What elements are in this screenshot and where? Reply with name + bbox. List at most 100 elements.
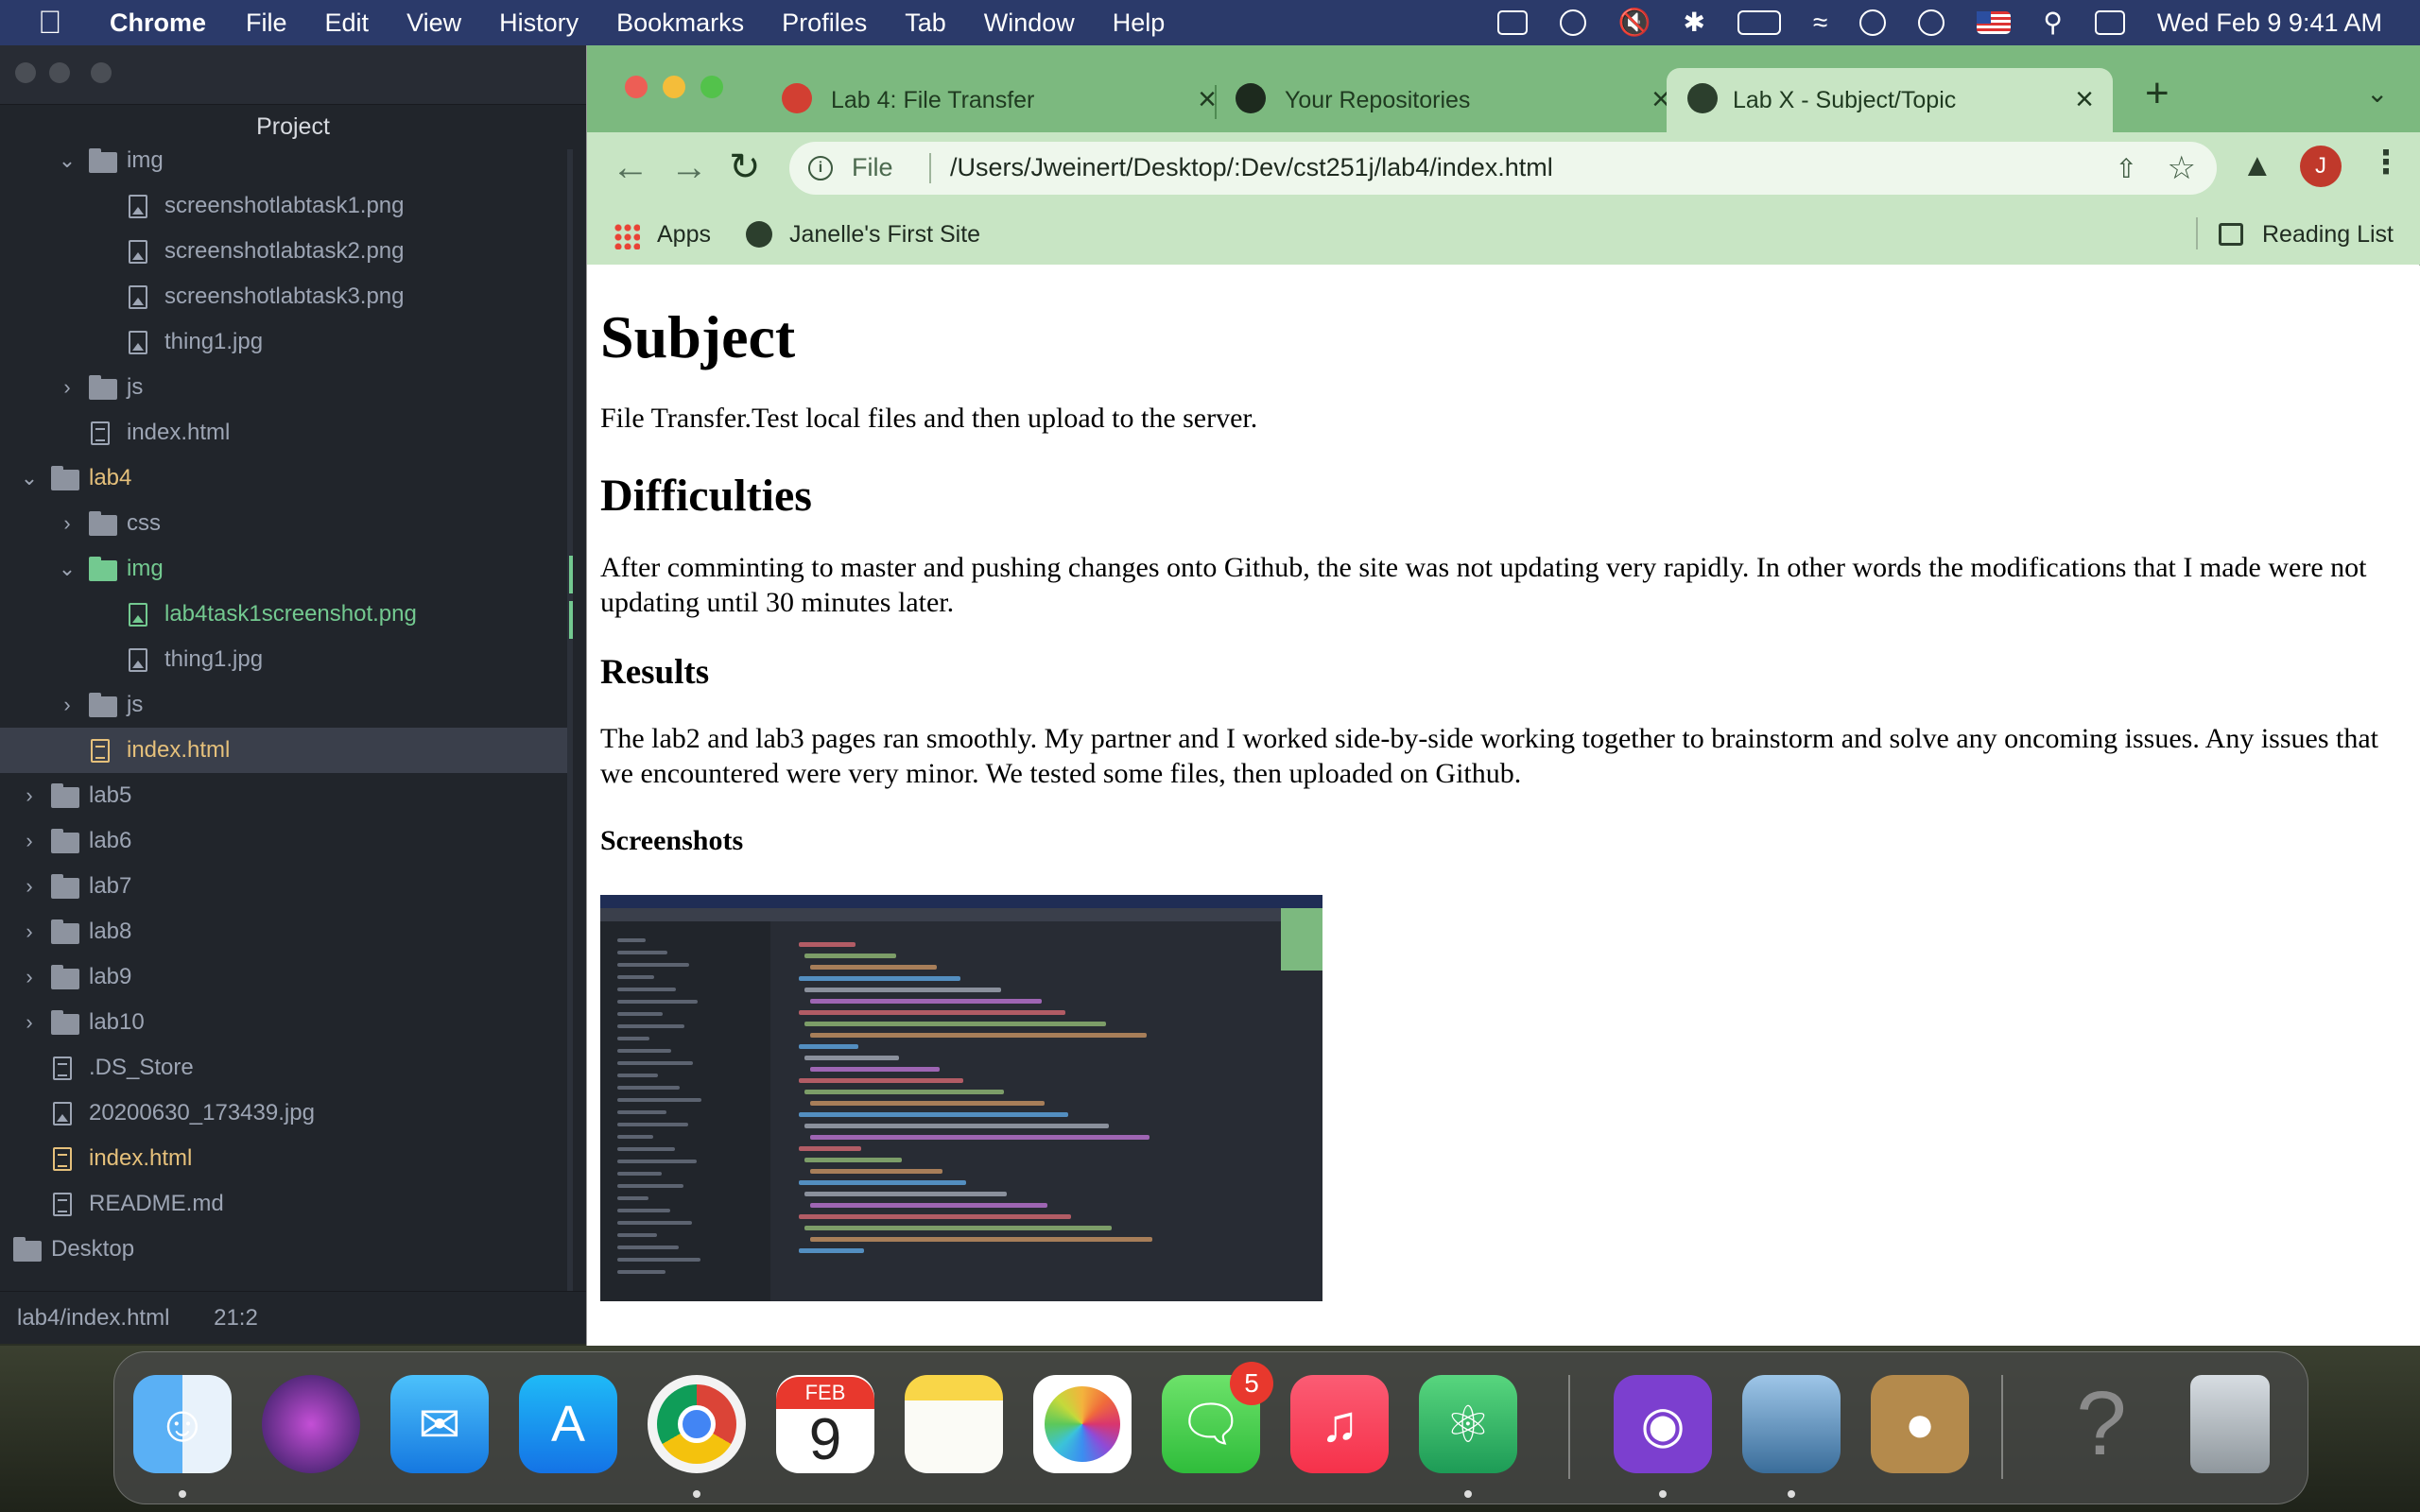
tree-item-lab10[interactable]: › lab10 [0,1000,571,1045]
chrome-icon[interactable] [648,1375,746,1473]
menu-profiles[interactable]: Profiles [782,9,867,38]
calendar-icon[interactable]: FEB 9 [776,1375,874,1473]
tree-item-index-html[interactable]: index.html [0,410,571,455]
tree-item-img[interactable]: ⌄ img [0,138,571,183]
tree-item-img[interactable]: ⌄ img [0,546,571,592]
bluetooth-icon[interactable]: ✱ [1684,9,1705,36]
tree-item-desktop[interactable]: ⌄ Desktop [0,1227,571,1272]
new-tab-button[interactable]: + [2145,70,2169,117]
tree-item--ds-store[interactable]: .DS_Store [0,1045,571,1091]
menu-app-name[interactable]: Chrome [110,9,206,38]
menu-tab[interactable]: Tab [905,9,946,38]
minimize-window-button[interactable] [49,62,70,83]
github-desktop-icon[interactable]: ◉ [1614,1375,1712,1473]
close-window-button[interactable] [15,62,36,83]
bookmark-star-icon[interactable]: ☆ [2168,149,2196,187]
tree-item-css[interactable]: › css [0,501,571,546]
chevron-right-icon[interactable]: › [19,1000,40,1045]
chevron-right-icon[interactable]: › [57,682,78,728]
tree-item-lab4task1screenshot-png[interactable]: lab4task1screenshot.png [0,592,571,637]
apple-menu-icon[interactable]:  [38,5,85,42]
control-center-icon[interactable] [2094,10,2125,35]
tree-item-thing1-jpg[interactable]: thing1.jpg [0,319,571,365]
zoom-window-button[interactable] [91,62,112,83]
creative-cloud-icon[interactable] [1559,9,1586,36]
tab-lab4-file-transfer[interactable]: Lab 4: File Transfer × [782,68,1217,132]
tree-scrollbar[interactable] [567,149,573,1293]
chevron-right-icon[interactable]: › [19,773,40,818]
tab-your-repositories[interactable]: Your Repositories × [1236,68,1670,132]
profile-avatar[interactable]: J [2300,146,2342,187]
menu-bookmarks[interactable]: Bookmarks [616,9,744,38]
menu-clock[interactable]: Wed Feb 9 9:41 AM [2157,9,2382,38]
address-bar[interactable]: i File /Users/Jweinert/Desktop/:Dev/cst2… [789,142,2217,195]
menu-edit[interactable]: Edit [325,9,370,38]
tree-item-lab4[interactable]: ⌄ lab4 [0,455,571,501]
tab-lab-x-subject-topic[interactable]: Lab X - Subject/Topic × [1667,68,2113,132]
tree-item-lab6[interactable]: › lab6 [0,818,571,864]
screen-mirroring-icon[interactable] [1496,10,1528,35]
menu-file[interactable]: File [246,9,287,38]
chevron-down-icon[interactable]: ⌄ [0,1227,2,1272]
tree-item-lab5[interactable]: › lab5 [0,773,571,818]
wifi-icon[interactable]: ≈ [1813,9,1827,36]
chevron-right-icon[interactable]: › [19,954,40,1000]
bookmark-janelles-first-site[interactable]: Janelle's First Site [789,221,980,249]
tree-item-js[interactable]: › js [0,682,571,728]
menu-help[interactable]: Help [1113,9,1166,38]
tree-item-lab7[interactable]: › lab7 [0,864,571,909]
us-flag-input-icon[interactable] [1977,11,2012,34]
forward-arrow-icon[interactable]: → [670,146,708,189]
chevron-right-icon[interactable]: › [19,909,40,954]
menu-window[interactable]: Window [984,9,1075,38]
tree-item-screenshotlabtask2-png[interactable]: screenshotlabtask2.png [0,229,571,274]
photos-icon[interactable] [1033,1375,1132,1473]
mail-icon[interactable]: ✉ [390,1375,489,1473]
tree-item-js[interactable]: › js [0,365,571,410]
reading-list-button[interactable]: Reading List [2262,221,2394,249]
atom-icon[interactable]: ⚛ [1419,1375,1517,1473]
back-arrow-icon[interactable]: ← [612,146,649,189]
extensions-puzzle-icon[interactable]: ▲ [2241,147,2273,184]
preview-icon[interactable] [1742,1375,1841,1473]
chevron-down-icon[interactable]: ⌄ [19,455,40,501]
tree-item-readme-md[interactable]: README.md [0,1181,571,1227]
menu-history[interactable]: History [499,9,579,38]
status-file-path[interactable]: lab4/index.html [17,1305,169,1331]
music-icon[interactable]: ♫ [1290,1375,1389,1473]
mute-icon[interactable]: 🔇 [1618,9,1651,36]
tree-item-screenshotlabtask1-png[interactable]: screenshotlabtask1.png [0,183,571,229]
help-question-icon[interactable]: ? [2052,1373,2151,1474]
battery-icon[interactable] [1737,10,1781,35]
zoom-window-button[interactable] [700,76,723,98]
minimize-window-button[interactable] [663,76,685,98]
reload-icon[interactable]: ↻ [729,146,761,189]
chevron-down-icon[interactable]: ⌄ [57,546,78,592]
close-tab-icon[interactable]: × [2075,81,2094,118]
contacts-icon[interactable]: ● [1871,1375,1969,1473]
user-account-icon[interactable] [1859,9,1887,36]
chevron-right-icon[interactable]: › [19,864,40,909]
tree-item-lab9[interactable]: › lab9 [0,954,571,1000]
menu-view[interactable]: View [406,9,461,38]
chrome-menu-kebab-icon[interactable]: ⋮ [2370,144,2402,181]
tree-item-index-html[interactable]: index.html [0,1136,571,1181]
finder-icon[interactable]: ☺ [133,1375,232,1473]
trash-icon[interactable] [2190,1375,2270,1473]
chevron-right-icon[interactable]: › [57,501,78,546]
tree-item-index-html[interactable]: index.html [0,728,571,773]
bookmark-apps[interactable]: Apps [657,221,711,249]
apps-grid-icon[interactable] [614,223,640,249]
chevron-down-icon[interactable]: ⌄ [57,138,78,183]
site-info-icon[interactable]: i [808,156,833,180]
siri-icon[interactable] [262,1375,360,1473]
notes-icon[interactable] [905,1375,1003,1473]
messages-icon[interactable]: 🗨 5 [1162,1362,1273,1473]
reading-list-icon[interactable] [2219,223,2243,246]
close-window-button[interactable] [625,76,648,98]
tree-item-screenshotlabtask3-png[interactable]: screenshotlabtask3.png [0,274,571,319]
tab-search-chevron-icon[interactable]: ⌄ [2366,77,2388,109]
chevron-right-icon[interactable]: › [57,365,78,410]
status-cursor-position[interactable]: 21:2 [214,1305,258,1331]
app-store-icon[interactable]: A [519,1375,617,1473]
